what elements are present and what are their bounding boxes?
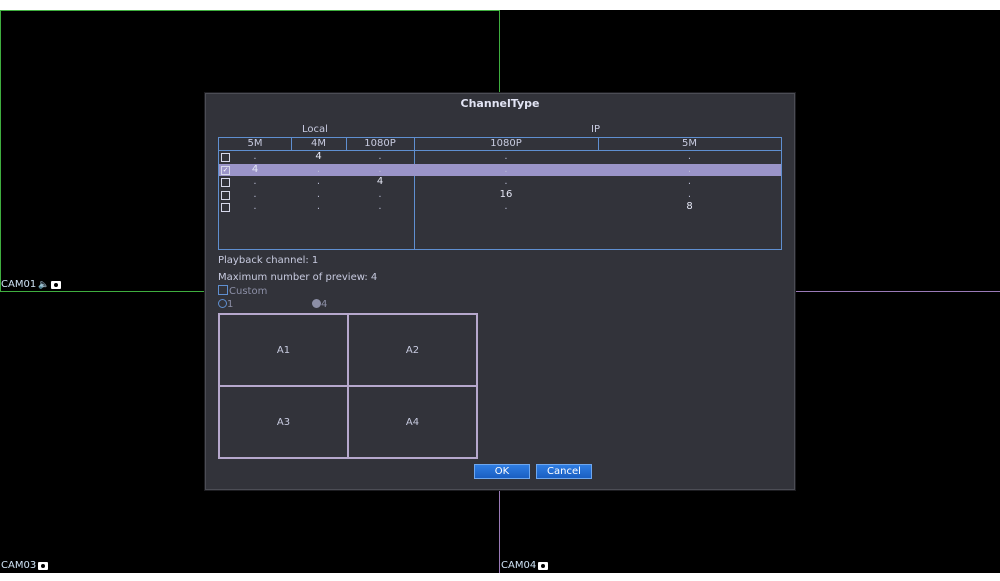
- col-ip-5m: 5M: [682, 138, 697, 149]
- camera-icon: [51, 281, 62, 289]
- speaker-icon: 🔈: [38, 280, 50, 290]
- split-line: [793, 291, 1000, 292]
- table-cell: .: [687, 176, 692, 187]
- playback-channel-text: Playback channel: 1: [218, 255, 319, 266]
- custom-checkbox[interactable]: [218, 285, 228, 295]
- table-cell: .: [504, 151, 508, 162]
- table-cell: .: [504, 201, 508, 212]
- col-local-1080p: 1080P: [364, 138, 396, 149]
- table-row[interactable]: .. 4..: [219, 176, 781, 188]
- cam04-label: CAM04: [501, 560, 549, 572]
- table-cell: .: [378, 151, 382, 162]
- split-line: [0, 10, 1, 291]
- table-cell: .: [253, 201, 257, 212]
- table-cell: 4: [315, 151, 322, 162]
- table-cell: .: [378, 163, 382, 175]
- col-local-5m: 5M: [247, 138, 263, 149]
- cam03-name: CAM03: [1, 560, 37, 571]
- col-local-4m: 4M: [311, 138, 326, 149]
- table-cell: .: [253, 176, 257, 187]
- preview-cell-a2[interactable]: A2: [348, 314, 477, 386]
- camera-icon: [538, 562, 549, 570]
- table-row[interactable]: ✓ 4....: [219, 163, 781, 176]
- table-cell: .: [687, 163, 692, 175]
- table-cell: .: [316, 201, 321, 212]
- max-preview-text: Maximum number of preview: 4: [218, 272, 378, 283]
- custom-label: Custom: [229, 286, 268, 297]
- dialog-title: ChannelType: [460, 97, 540, 110]
- radio-1-option[interactable]: 1: [218, 299, 233, 310]
- split-line: [499, 488, 500, 573]
- custom-option[interactable]: Custom: [218, 285, 267, 297]
- cam03-label: CAM03: [1, 560, 49, 572]
- radio-1-label: 1: [227, 299, 234, 310]
- table-cell: .: [253, 188, 257, 200]
- ok-button[interactable]: OK: [474, 464, 530, 479]
- table-cell: .: [253, 151, 257, 162]
- cam01-label: CAM01 🔈: [1, 279, 62, 291]
- table-cell: .: [378, 201, 382, 212]
- table-row[interactable]: ... 16.: [219, 189, 781, 201]
- radio-1[interactable]: [218, 299, 227, 308]
- cancel-button[interactable]: Cancel: [536, 464, 592, 479]
- table-cell: 16: [499, 188, 513, 200]
- col-ip-1080p: 1080P: [490, 138, 522, 149]
- table-cell: .: [687, 151, 692, 162]
- table-cell: .: [504, 163, 508, 175]
- preview-cell-a1[interactable]: A1: [219, 314, 348, 386]
- preview-cell-a4[interactable]: A4: [348, 386, 477, 458]
- cam04-name: CAM04: [501, 560, 537, 571]
- table-cell: .: [687, 188, 692, 200]
- radio-4[interactable]: [312, 299, 321, 308]
- preview-cell-a3[interactable]: A3: [219, 386, 348, 458]
- table-cell: .: [504, 176, 508, 187]
- table-cell: .: [316, 176, 321, 187]
- table-cell: .: [378, 188, 382, 200]
- cam01-name: CAM01: [1, 279, 37, 290]
- radio-4-label: 4: [321, 299, 328, 310]
- split-line: [499, 10, 500, 94]
- camera-icon: [38, 562, 49, 570]
- table-cell: 4: [376, 176, 384, 187]
- table-row[interactable]: . 4...: [219, 151, 781, 163]
- split-line: [0, 291, 205, 292]
- table-cell: 8: [686, 201, 693, 212]
- table-cell: .: [316, 163, 321, 175]
- preview-layout: A1 A2 A3 A4: [218, 313, 478, 459]
- ip-group-label: IP: [591, 124, 600, 135]
- radio-4-option[interactable]: 4: [312, 299, 327, 310]
- split-line: [0, 10, 499, 11]
- local-group-label: Local: [302, 124, 328, 135]
- table-cell: 4: [251, 163, 259, 175]
- channel-type-dialog: ChannelType Local IP 5M 4M 1080P 1080P 5…: [205, 93, 795, 490]
- channel-table: 5M 4M 1080P 1080P 5M . 4... ✓ 4...... 4.....…: [218, 137, 782, 250]
- table-row[interactable]: .... 8: [219, 201, 781, 213]
- table-cell: .: [316, 188, 321, 200]
